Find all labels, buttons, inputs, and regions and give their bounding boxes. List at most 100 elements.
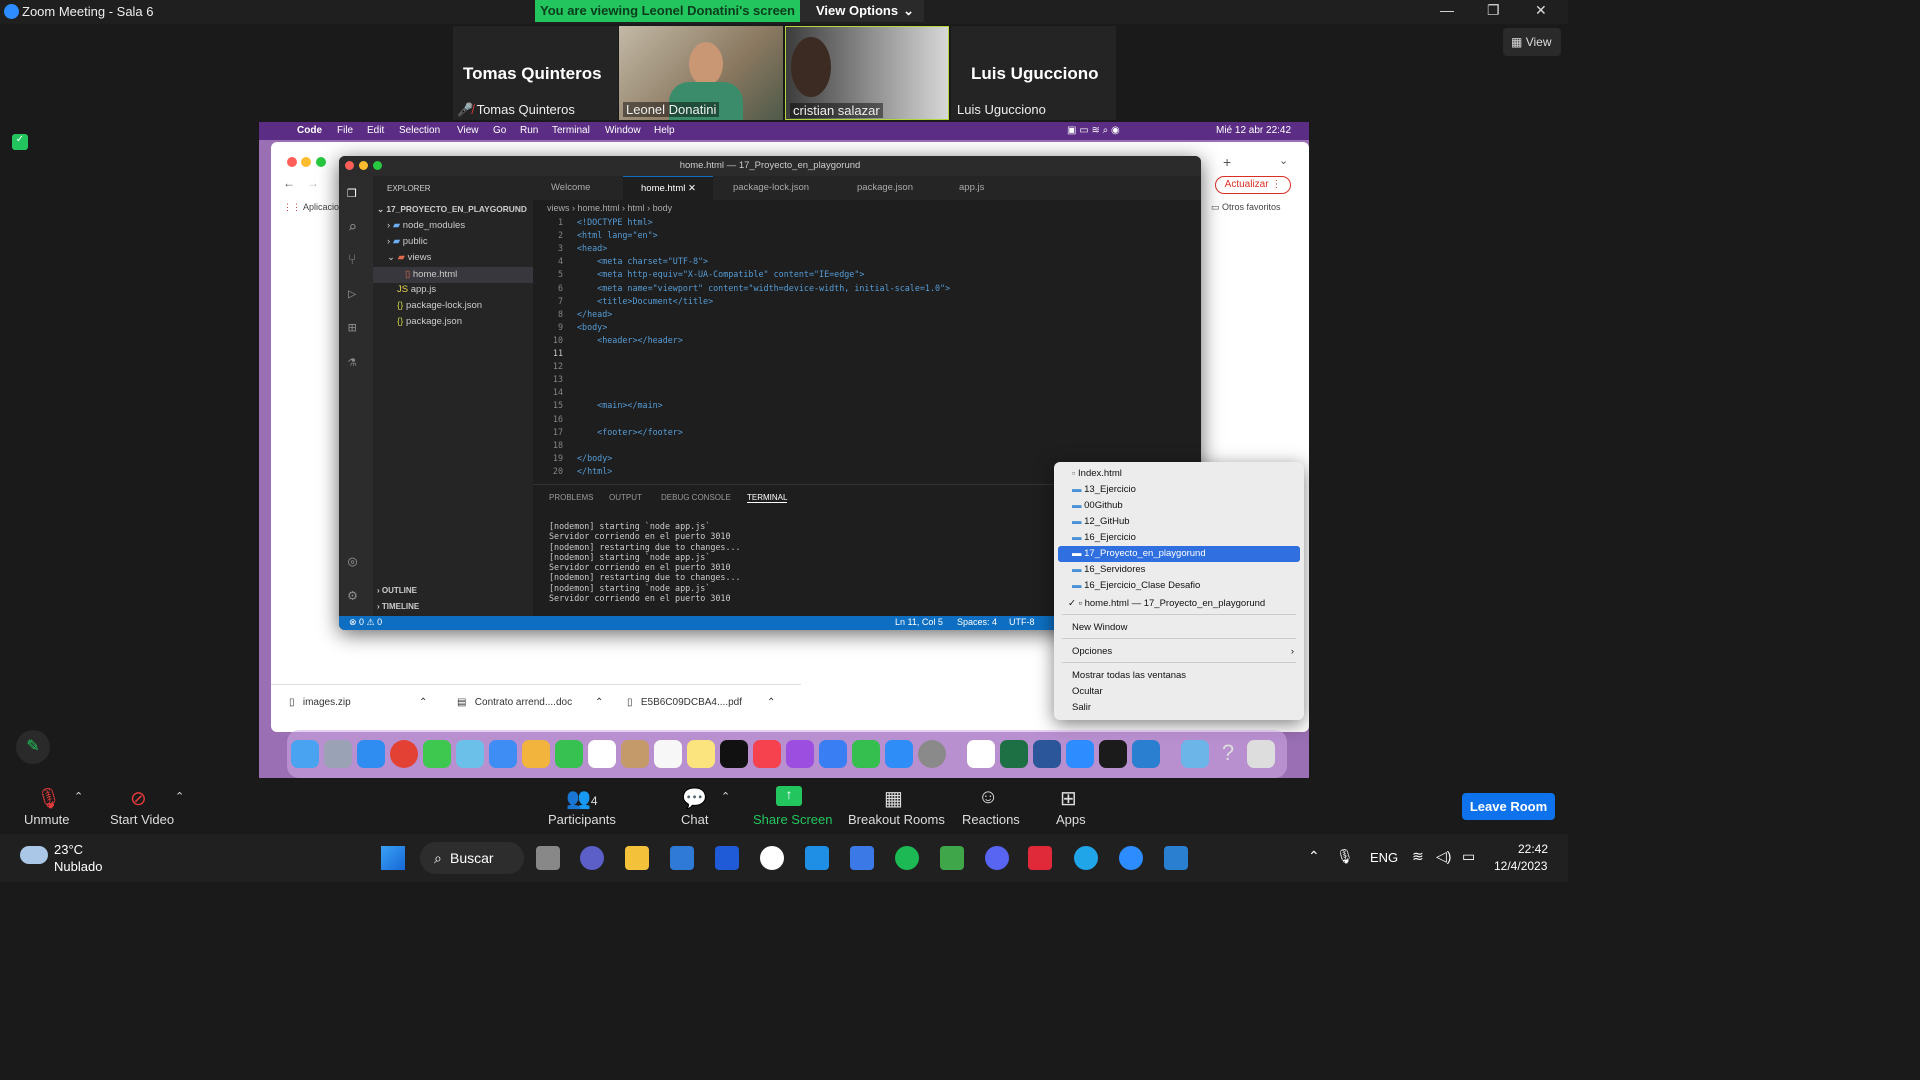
download-item[interactable]: ▯ E5B6C09DCBA4....pdf ⌃ [627, 697, 775, 708]
chevron-up-icon[interactable]: ⌃ [175, 790, 184, 803]
extensions-icon[interactable]: ⊞ [348, 320, 356, 336]
chevron-up-icon[interactable]: ⌃ [721, 790, 730, 803]
tree-item[interactable]: › ▰ node_modules [387, 220, 465, 231]
encoding[interactable]: UTF-8 [1009, 617, 1035, 627]
chat-button[interactable]: Chat [681, 812, 708, 827]
task-view-icon[interactable] [536, 846, 560, 870]
participant-tile[interactable]: Luis Ugucciono Luis Ugucciono [951, 26, 1116, 120]
temperature[interactable]: 23°C [54, 842, 83, 857]
vscode-icon[interactable] [1132, 740, 1160, 768]
account-icon[interactable]: ◎ [348, 552, 357, 570]
restore-icon[interactable]: ❐ [1487, 2, 1500, 19]
language-indicator[interactable]: ENG [1370, 850, 1398, 865]
maximize-dot[interactable] [373, 161, 382, 170]
apps-button[interactable]: Apps [1056, 812, 1086, 827]
messages-icon[interactable] [423, 740, 451, 768]
chevron-up-icon[interactable]: ⌃ [1308, 848, 1320, 865]
udemy-icon[interactable] [760, 846, 784, 870]
panel-tab-debug-console[interactable]: DEBUG CONSOLE [661, 493, 731, 502]
code-line[interactable]: <meta charset="UTF-8"> [577, 255, 708, 268]
calendar-icon[interactable] [588, 740, 616, 768]
breakout-rooms-button[interactable]: Breakout Rooms [848, 812, 945, 827]
download-item[interactable]: ▤ Contrato arrend....doc ⌃ [457, 697, 603, 708]
back-arrow-icon[interactable]: ← [283, 176, 295, 190]
numbers-icon[interactable] [852, 740, 880, 768]
tree-item[interactable]: {} package-lock.json [397, 300, 482, 311]
close-icon[interactable]: ✕ [1535, 2, 1547, 19]
new-tab-icon[interactable]: + [1223, 154, 1231, 170]
windows-start-icon[interactable] [381, 846, 405, 870]
onedrive-icon[interactable] [805, 846, 829, 870]
panel-tab-terminal[interactable]: TERMINAL [747, 493, 788, 503]
facetime-icon[interactable] [555, 740, 583, 768]
source-control-icon[interactable]: ⑂ [348, 252, 356, 268]
zoom-icon[interactable] [1066, 740, 1094, 768]
mail-icon[interactable] [670, 846, 694, 870]
recent-item[interactable]: ▬ 00Github [1058, 498, 1300, 514]
chevron-up-icon[interactable]: ⌃ [74, 790, 83, 803]
start-video-button[interactable]: Start Video [110, 812, 174, 827]
podcasts-icon[interactable] [786, 740, 814, 768]
code-line[interactable]: <meta name="viewport" content="width=dev… [577, 282, 950, 295]
menu-item[interactable]: Help [654, 125, 675, 136]
chevron-down-icon[interactable]: ⌄ [1279, 154, 1288, 167]
code-line[interactable]: <meta http-equiv="X-UA-Compatible" conte… [577, 268, 864, 281]
share-screen-icon[interactable]: ↑ [776, 786, 802, 806]
quit-item[interactable]: Salir [1072, 700, 1091, 716]
code-line[interactable]: <footer></footer> [577, 426, 683, 439]
menu-item[interactable]: View [457, 125, 479, 136]
maps-icon[interactable] [456, 740, 484, 768]
tab-home-html[interactable]: home.html ✕ [623, 176, 713, 200]
apps-icon[interactable]: ⊞ [1060, 786, 1077, 811]
show-all-windows-item[interactable]: Mostrar todas las ventanas [1072, 668, 1186, 684]
close-dot[interactable] [345, 161, 354, 170]
recent-item[interactable]: ▬ 16_Ejercicio [1058, 530, 1300, 546]
menu-item[interactable]: Selection [399, 125, 440, 136]
launchpad-icon[interactable] [324, 740, 352, 768]
terminal-icon[interactable] [1099, 740, 1127, 768]
mail-icon[interactable] [489, 740, 517, 768]
weather-text[interactable]: Nublado [54, 859, 102, 874]
code-lines[interactable]: 1 <!DOCTYPE html> 2 <html lang="en"> 3 <head>… [533, 216, 1133, 478]
chrome-icon[interactable] [390, 740, 418, 768]
zoom-icon[interactable] [1119, 846, 1143, 870]
menu-item[interactable]: Window [605, 125, 641, 136]
taskbar-search[interactable]: ⌕ Buscar [420, 842, 524, 874]
shared-screen[interactable]: Code File Edit Selection View Go Run Ter… [259, 122, 1309, 778]
encryption-shield-icon[interactable]: ✓ [12, 134, 28, 150]
explorer-icon[interactable]: ❐ [347, 182, 357, 201]
tree-item[interactable]: ⌄ ▰ views [387, 252, 431, 263]
apple-tv-icon[interactable] [720, 740, 748, 768]
minimize-dot[interactable] [359, 161, 368, 170]
edge-icon[interactable] [1074, 846, 1098, 870]
leave-room-button[interactable]: Leave Room [1462, 793, 1555, 820]
battery-icon[interactable]: ▭ [1462, 848, 1475, 865]
code-line[interactable]: </body> [577, 452, 612, 465]
other-favorites[interactable]: ▭ Otros favoritos [1211, 202, 1281, 213]
recent-item[interactable]: ▬ 16_Servidores [1058, 562, 1300, 578]
reactions-button[interactable]: Reactions [962, 812, 1020, 827]
discord-icon[interactable] [985, 846, 1009, 870]
reactions-icon[interactable]: ☺ [978, 786, 998, 809]
wifi-icon[interactable]: ≋ [1412, 848, 1424, 865]
spotify-icon[interactable] [895, 846, 919, 870]
code-line[interactable]: <!DOCTYPE html> [577, 216, 653, 229]
music-icon[interactable] [753, 740, 781, 768]
menu-item[interactable]: Run [520, 125, 538, 136]
code-line[interactable]: <main></main> [577, 399, 663, 412]
new-window-item[interactable]: New Window [1072, 620, 1127, 636]
unmute-button[interactable]: Unmute [24, 812, 70, 827]
panel-tab-output[interactable]: OUTPUT [609, 493, 642, 502]
microphone-icon[interactable]: 🎙 [1336, 848, 1354, 865]
forward-arrow-icon[interactable]: → [307, 176, 319, 190]
messenger-icon[interactable] [850, 846, 874, 870]
teams-chat-icon[interactable] [580, 846, 604, 870]
project-folder[interactable]: ⌄ 17_PROYECTO_EN_PLAYGORUND [377, 204, 527, 214]
menu-item[interactable]: Terminal [552, 125, 590, 136]
participant-video-tile[interactable]: cristian salazar [785, 26, 949, 120]
notes-icon[interactable] [687, 740, 715, 768]
tree-item[interactable]: › ▰ public [387, 236, 428, 247]
nodejs-icon[interactable] [940, 846, 964, 870]
menu-item[interactable]: Edit [367, 125, 384, 136]
recent-item[interactable]: ▬ 13_Ejercicio [1058, 482, 1300, 498]
